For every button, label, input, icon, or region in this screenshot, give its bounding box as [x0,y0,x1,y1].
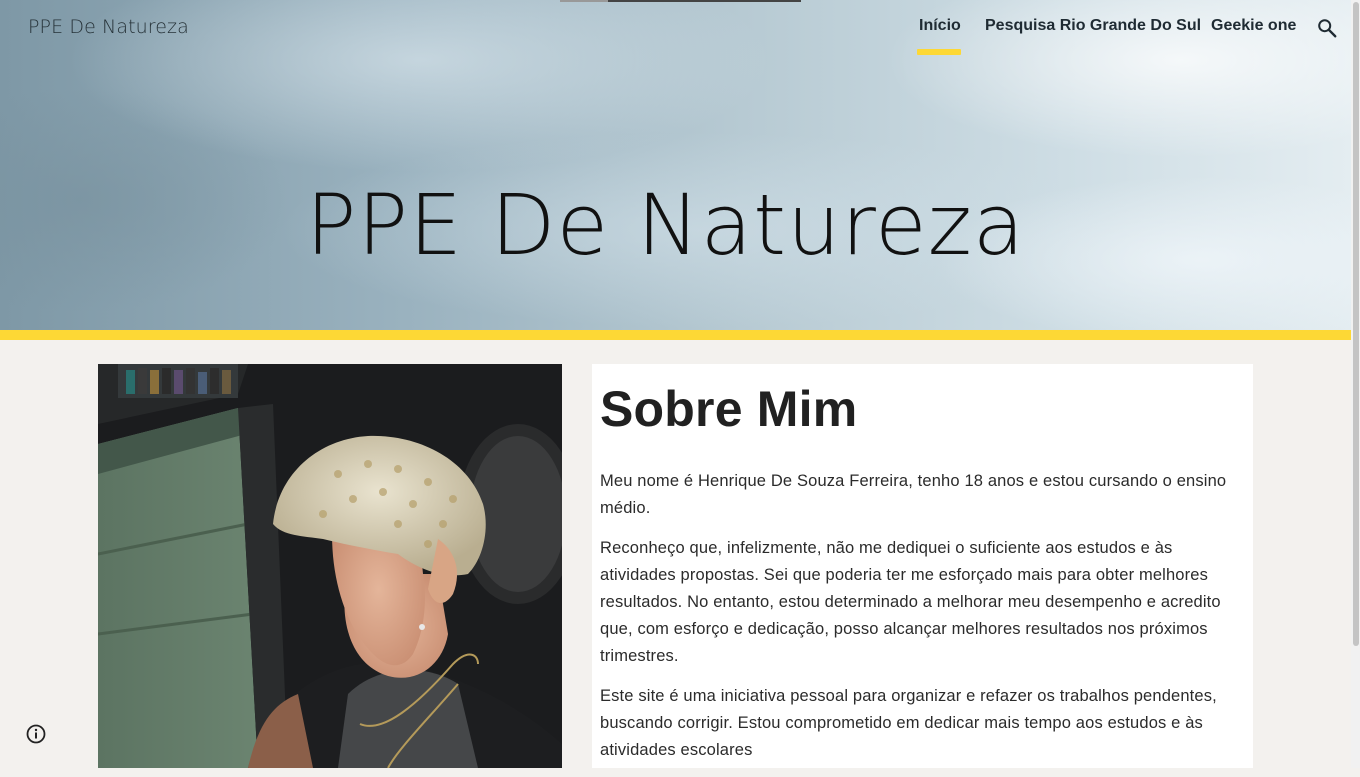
about-body: Meu nome é Henrique De Souza Ferreira, t… [600,468,1245,777]
hero-heading: PPE De Natureza [305,176,1026,275]
nav-item-geekie[interactable]: Geekie one [1211,17,1296,35]
about-card: Sobre Mim Meu nome é Henrique De Souza F… [592,364,1253,768]
info-icon[interactable] [24,722,48,746]
profile-photo [98,364,562,768]
site-title[interactable]: PPE De Natureza [28,16,189,38]
about-heading: Sobre Mim [600,381,858,437]
hero-accent-bar [0,330,1351,340]
about-paragraph-3: Este site é uma iniciativa pessoal para … [600,687,1217,759]
page-top-indicator-highlight [560,0,608,2]
about-paragraph-2: Reconheço que, infelizmente, não me dedi… [600,539,1221,665]
nav-active-indicator [917,49,961,55]
scrollbar-thumb[interactable] [1353,2,1359,646]
nav-item-pesquisa[interactable]: Pesquisa Rio Grande Do Sul [985,17,1201,35]
nav-item-inicio[interactable]: Início [919,17,961,35]
hero-banner [0,0,1351,330]
about-paragraph-1: Meu nome é Henrique De Souza Ferreira, t… [600,472,1227,517]
search-icon[interactable] [1316,17,1338,39]
